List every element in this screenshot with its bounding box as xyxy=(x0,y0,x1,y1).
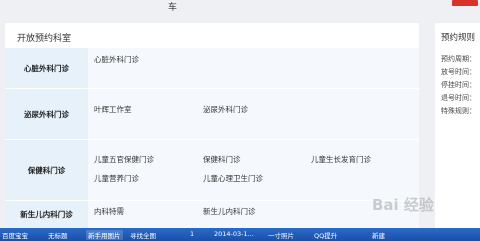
clinic-link[interactable]: 儿童心理卫生门诊 xyxy=(203,173,263,184)
clinic-link[interactable]: 儿童五官保健门诊 xyxy=(94,154,154,165)
department-name: 心脏外科门诊 xyxy=(5,48,88,88)
department-row: 保健科门诊 儿童五官保健门诊 保健科门诊 儿童生长发育门诊 儿童营养门诊 儿童心… xyxy=(5,140,419,200)
department-row: 泌尿外科门诊 叶辉工作室 泌尿外科门诊 xyxy=(5,89,419,139)
clinic-link[interactable]: 叶辉工作室 xyxy=(94,104,132,115)
department-name: 泌尿外科门诊 xyxy=(5,89,88,139)
rule-special: 特殊规则： xyxy=(441,107,476,115)
department-row: 新生儿内科门诊 内科特需 新生儿内科门诊 xyxy=(5,201,419,228)
clinic-list: 叶辉工作室 泌尿外科门诊 xyxy=(88,89,419,139)
brand-logo xyxy=(452,0,478,6)
clinic-link[interactable]: 心脏外科门诊 xyxy=(94,54,139,65)
department-name: 保健科门诊 xyxy=(5,140,88,200)
clinic-link[interactable]: 内科特需 xyxy=(94,206,124,217)
rule-stop-time: 停挂时间： xyxy=(441,81,476,89)
taskbar-item[interactable]: 新手用图片 xyxy=(86,230,123,240)
top-cut-off-text: 车 xyxy=(168,3,178,13)
taskbar-item[interactable]: 1 xyxy=(190,230,194,238)
taskbar-item[interactable]: 百度宝宝 xyxy=(2,230,28,240)
departments-panel: 开放预约科室 心脏外科门诊 心脏外科门诊 泌尿外科门诊 叶辉工作室 泌尿外科门诊… xyxy=(5,23,419,228)
panel-title: 开放预约科室 xyxy=(17,34,72,44)
taskbar-item[interactable]: 新建 xyxy=(372,230,385,240)
clinic-list: 内科特需 新生儿内科门诊 xyxy=(88,201,419,228)
clinic-link[interactable]: 泌尿外科门诊 xyxy=(203,104,248,115)
clinic-list: 儿童五官保健门诊 保健科门诊 儿童生长发育门诊 儿童营养门诊 儿童心理卫生门诊 xyxy=(88,140,419,200)
clinic-link[interactable]: 保健科门诊 xyxy=(203,154,241,165)
watermark: Bai 经验 xyxy=(372,196,434,214)
department-row: 心脏外科门诊 心脏外科门诊 xyxy=(5,48,419,88)
rule-booking-period: 预约周期： xyxy=(441,55,476,63)
taskbar-item[interactable]: 一寸照片 xyxy=(268,230,294,240)
clinic-link[interactable]: 新生儿内科门诊 xyxy=(203,206,256,217)
department-name: 新生儿内科门诊 xyxy=(5,201,88,228)
rule-release-time: 放号时间： xyxy=(441,68,476,76)
clinic-list: 心脏外科门诊 xyxy=(88,48,419,88)
clinic-link[interactable]: 儿童营养门诊 xyxy=(94,173,139,184)
taskbar-item[interactable]: 寻找全图 xyxy=(130,230,156,240)
rule-cancel-time: 退号时间： xyxy=(441,94,476,102)
booking-rules-panel: 预约规则 预约周期： 放号时间： 停挂时间： 退号时间： 特殊规则： xyxy=(435,23,480,228)
taskbar: 百度宝宝 无标题 新手用图片 寻找全图 1 2014-03-1... 一寸照片 … xyxy=(0,228,480,241)
taskbar-item[interactable]: QQ提升 xyxy=(314,230,337,240)
taskbar-item[interactable]: 无标题 xyxy=(48,230,68,240)
clinic-link[interactable]: 儿童生长发育门诊 xyxy=(311,154,371,165)
booking-rules-title: 预约规则 xyxy=(441,33,476,43)
taskbar-item[interactable]: 2014-03-1... xyxy=(214,230,254,238)
